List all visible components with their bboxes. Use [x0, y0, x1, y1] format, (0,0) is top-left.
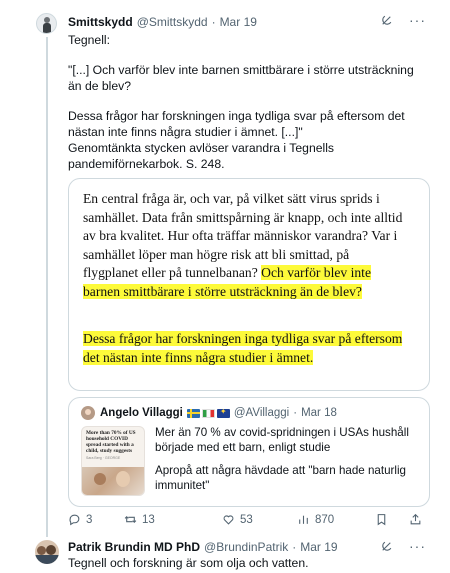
more-icon[interactable]: ··· [409, 539, 426, 553]
reply-text: Tegnell och forskning är som olja och va… [68, 556, 309, 570]
quoted-article-thumbnail: More than 70% of US household COVID spre… [81, 426, 145, 496]
excerpt-highlight-2: Dessa frågor har forskningen inga tydlig… [83, 331, 403, 365]
reply-top-actions: ··· [380, 539, 426, 553]
tweet-text-line: Tegnell: [68, 33, 111, 47]
tweet-text-line: Genomtänkta stycken avlöser varandra i T… [68, 141, 335, 171]
grok-icon[interactable] [380, 540, 393, 553]
italy-flag-icon [201, 408, 215, 418]
reply-count: 3 [86, 513, 93, 526]
share-button[interactable] [409, 513, 422, 526]
thumbnail-photo [82, 467, 144, 495]
tweet-top-actions: ··· [380, 13, 426, 27]
quoted-author-name: Angelo Villaggi [100, 407, 183, 419]
thread-line [46, 37, 48, 527]
more-icon[interactable]: ··· [409, 13, 426, 27]
quoted-avatar [81, 406, 95, 420]
quoted-tweet-header: Angelo Villaggi @AVillaggi · Mar 18 [81, 406, 337, 420]
reply-header: Patrik Brundin MD PhD @BrundinPatrik · M… [68, 538, 338, 556]
tweet-smittskydd[interactable]: Smittskydd @Smittskydd · Mar 19 ··· Tegn… [0, 0, 450, 530]
retweet-icon [124, 516, 137, 523]
thread-line [46, 527, 48, 537]
share-icon [410, 513, 421, 525]
bookmark-icon [377, 514, 386, 526]
retweet-button[interactable]: 13 [124, 513, 155, 526]
reply-button[interactable]: 3 [68, 513, 92, 526]
like-count: 53 [240, 513, 253, 526]
reply-author-name[interactable]: Patrik Brundin MD PhD [68, 540, 200, 554]
reply-author-handle[interactable]: @BrundinPatrik [204, 540, 288, 554]
views-button[interactable]: 870 [297, 513, 334, 526]
quoted-date: Mar 18 [301, 407, 337, 419]
retweet-count: 13 [142, 513, 155, 526]
avatar[interactable] [36, 13, 57, 34]
thumbnail-byline: Sara Berg · GEORGE [86, 456, 121, 460]
excerpt-paragraph: En central fråga är, och var, på vilket … [83, 190, 403, 301]
like-button[interactable]: 53 [222, 513, 253, 526]
tweet-text-line: Dessa frågor har forskningen inga tydlig… [68, 109, 405, 139]
tweet-actions: 3 13 53 870 [68, 513, 430, 529]
separator: · [293, 407, 298, 419]
tweet-text-line: "[...] Och varför blev inte barnen smitt… [68, 63, 414, 93]
grok-icon[interactable] [380, 14, 393, 27]
reply-avatar[interactable] [35, 540, 59, 564]
author-handle[interactable]: @Smittskydd [137, 15, 208, 29]
tweet-date[interactable]: Mar 19 [220, 15, 257, 29]
eu-flag-icon [216, 408, 230, 418]
separator: · [292, 540, 297, 554]
quoted-author-handle: @AVillaggi [233, 407, 290, 419]
author-name[interactable]: Smittskydd [68, 15, 133, 29]
bookmark-button[interactable] [375, 513, 388, 526]
book-excerpt-image[interactable]: En central fråga är, och var, på vilket … [68, 178, 430, 391]
quoted-text: Apropå att några hävdade att "barn hade … [155, 464, 406, 492]
reply-date[interactable]: Mar 19 [300, 540, 337, 554]
flag-emojis [186, 408, 230, 418]
heart-icon [223, 515, 234, 525]
quoted-tweet[interactable]: Angelo Villaggi @AVillaggi · Mar 18 More… [68, 397, 430, 507]
views-icon [299, 515, 308, 524]
quoted-text: Mer än 70 % av covid-spridningen i USAs … [155, 426, 409, 454]
views-count: 870 [315, 513, 335, 526]
tweet-header: Smittskydd @Smittskydd · Mar 19 [68, 13, 257, 31]
separator: · [211, 15, 216, 29]
sweden-flag-icon [186, 408, 200, 418]
reply-icon [69, 514, 80, 526]
thumbnail-headline: More than 70% of US household COVID spre… [86, 430, 136, 454]
excerpt-paragraph-2: Dessa frågor har forskningen inga tydlig… [83, 330, 413, 367]
